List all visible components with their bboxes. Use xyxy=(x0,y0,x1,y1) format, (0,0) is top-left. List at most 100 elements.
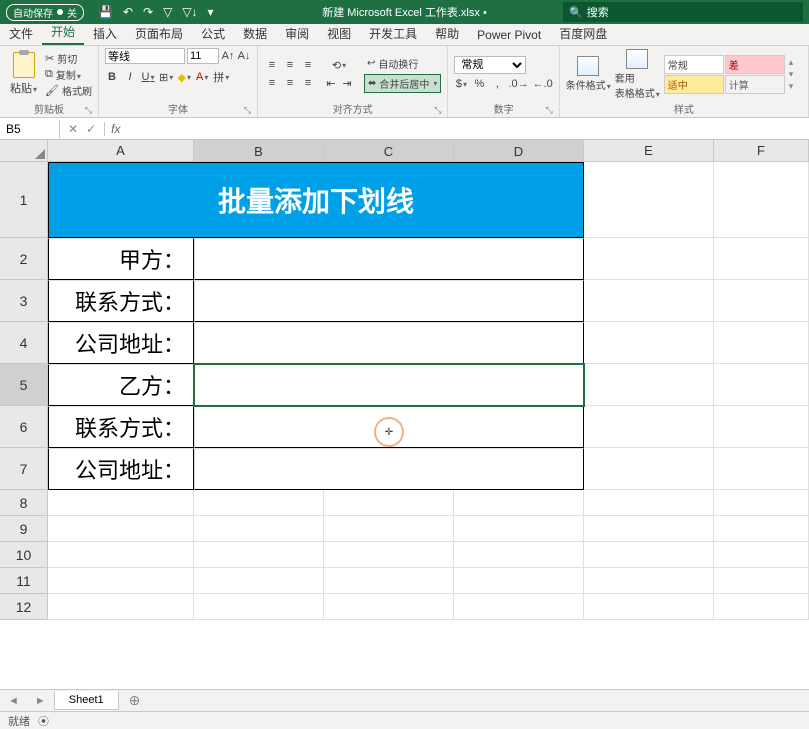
cancel-formula-icon[interactable]: ✕ xyxy=(68,122,78,136)
cell-F2[interactable] xyxy=(714,238,809,280)
cell-E4[interactable] xyxy=(584,322,714,364)
cell-E11[interactable] xyxy=(584,568,714,594)
number-format-select[interactable]: 常规 xyxy=(454,56,526,74)
cell-F12[interactable] xyxy=(714,594,809,620)
number-launcher-icon[interactable]: ⤡ xyxy=(546,105,553,116)
row-header-3[interactable]: 3 xyxy=(0,280,48,322)
indent-dec-icon[interactable]: ⇤ xyxy=(324,75,338,91)
cell-E10[interactable] xyxy=(584,542,714,568)
cell-E2[interactable] xyxy=(584,238,714,280)
macro-record-icon[interactable]: ⦿ xyxy=(38,713,49,729)
confirm-formula-icon[interactable]: ✓ xyxy=(86,122,96,136)
style-good[interactable]: 适中 xyxy=(664,75,724,94)
cell-A4[interactable]: 公司地址： xyxy=(48,322,194,364)
cell-styles-gallery[interactable]: 常规 差 适中 计算 xyxy=(664,55,785,94)
wrap-text-button[interactable]: ↩自动换行 xyxy=(364,55,441,72)
cell-A11[interactable] xyxy=(48,568,194,594)
font-color-button[interactable]: A xyxy=(195,69,209,85)
cell-E8[interactable] xyxy=(584,490,714,516)
cell-F4[interactable] xyxy=(714,322,809,364)
row-header-11[interactable]: 11 xyxy=(0,568,48,594)
tab-layout[interactable]: 页面布局 xyxy=(126,22,192,45)
decrease-font-icon[interactable]: A↓ xyxy=(237,48,251,64)
col-header-E[interactable]: E xyxy=(584,140,714,162)
italic-button[interactable]: I xyxy=(123,69,137,85)
cell-F11[interactable] xyxy=(714,568,809,594)
cell-B5-merged[interactable] xyxy=(194,364,584,406)
tab-data[interactable]: 数据 xyxy=(234,22,276,45)
col-header-A[interactable]: A xyxy=(48,140,194,162)
cell-C8[interactable] xyxy=(324,490,454,516)
row-header-8[interactable]: 8 xyxy=(0,490,48,516)
tab-dev[interactable]: 开发工具 xyxy=(360,22,426,45)
cell-C9[interactable] xyxy=(324,516,454,542)
align-center-icon[interactable]: ≡ xyxy=(282,75,298,91)
row-header-12[interactable]: 12 xyxy=(0,594,48,620)
sheet-tab-1[interactable]: Sheet1 xyxy=(54,691,119,710)
redo-icon[interactable]: ↷ xyxy=(143,5,153,19)
tab-view[interactable]: 视图 xyxy=(318,22,360,45)
align-launcher-icon[interactable]: ⤡ xyxy=(434,105,441,116)
cell-F5[interactable] xyxy=(714,364,809,406)
copy-button[interactable]: ⧉复制 xyxy=(45,67,92,82)
sort-icon[interactable]: ▽↓ xyxy=(182,5,197,19)
cell-D8[interactable] xyxy=(454,490,584,516)
sheet-nav-next-icon[interactable]: ► xyxy=(27,695,54,707)
cell-A10[interactable] xyxy=(48,542,194,568)
col-header-F[interactable]: F xyxy=(714,140,809,162)
gallery-up-icon[interactable]: ▴ xyxy=(789,57,794,68)
qat-more-icon[interactable]: ▾ xyxy=(208,5,214,19)
merge-center-button[interactable]: ⬌合并后居中 xyxy=(364,74,441,93)
row-header-9[interactable]: 9 xyxy=(0,516,48,542)
align-left-icon[interactable]: ≡ xyxy=(264,75,280,91)
dec-decimal-icon[interactable]: ←.0 xyxy=(533,76,553,92)
cell-E1[interactable] xyxy=(584,162,714,238)
tab-home[interactable]: 开始 xyxy=(42,20,84,45)
cell-B9[interactable] xyxy=(194,516,324,542)
filter-icon[interactable]: ▽ xyxy=(163,5,172,19)
cut-button[interactable]: ✂剪切 xyxy=(45,51,92,66)
format-table-button[interactable]: 套用 表格格式 xyxy=(615,49,660,100)
col-header-B[interactable]: B xyxy=(194,140,324,162)
cell-D10[interactable] xyxy=(454,542,584,568)
cell-B4-merged[interactable] xyxy=(194,322,584,364)
row-header-4[interactable]: 4 xyxy=(0,322,48,364)
indent-inc-icon[interactable]: ⇥ xyxy=(340,75,354,91)
cell-A5[interactable]: 乙方： xyxy=(48,364,194,406)
sheet-nav-prev-icon[interactable]: ◄ xyxy=(0,695,27,707)
cell-C10[interactable] xyxy=(324,542,454,568)
cell-A1-merged[interactable]: 批量添加下划线 xyxy=(48,162,584,238)
add-sheet-icon[interactable]: ⊕ xyxy=(119,692,151,709)
cell-E12[interactable] xyxy=(584,594,714,620)
tab-review[interactable]: 审阅 xyxy=(276,22,318,45)
cell-E5[interactable] xyxy=(584,364,714,406)
cell-B2-merged[interactable] xyxy=(194,238,584,280)
align-mid-icon[interactable]: ≡ xyxy=(282,57,298,73)
cell-E7[interactable] xyxy=(584,448,714,490)
underline-button[interactable]: U xyxy=(141,69,155,85)
cell-D12[interactable] xyxy=(454,594,584,620)
fill-color-button[interactable]: ◆ xyxy=(177,69,191,85)
cell-B10[interactable] xyxy=(194,542,324,568)
orientation-icon[interactable]: ⟲ xyxy=(324,57,354,73)
font-name-select[interactable] xyxy=(105,48,185,64)
gallery-down-icon[interactable]: ▾ xyxy=(789,69,794,80)
tab-powerpivot[interactable]: Power Pivot xyxy=(468,25,550,45)
undo-icon[interactable]: ↶ xyxy=(123,5,133,19)
tab-insert[interactable]: 插入 xyxy=(84,22,126,45)
accounting-icon[interactable]: $ xyxy=(454,76,468,92)
tab-formulas[interactable]: 公式 xyxy=(192,22,234,45)
style-calc[interactable]: 计算 xyxy=(725,75,785,94)
align-right-icon[interactable]: ≡ xyxy=(300,75,316,91)
row-header-5[interactable]: 5 xyxy=(0,364,48,406)
cell-A7[interactable]: 公司地址： xyxy=(48,448,194,490)
cell-A9[interactable] xyxy=(48,516,194,542)
align-top-icon[interactable]: ≡ xyxy=(264,57,280,73)
font-launcher-icon[interactable]: ⤡ xyxy=(244,105,251,116)
fx-icon[interactable]: fx xyxy=(105,122,126,136)
cell-A2[interactable]: 甲方： xyxy=(48,238,194,280)
align-bot-icon[interactable]: ≡ xyxy=(300,57,316,73)
cell-A8[interactable] xyxy=(48,490,194,516)
row-header-2[interactable]: 2 xyxy=(0,238,48,280)
col-header-C[interactable]: C xyxy=(324,140,454,162)
